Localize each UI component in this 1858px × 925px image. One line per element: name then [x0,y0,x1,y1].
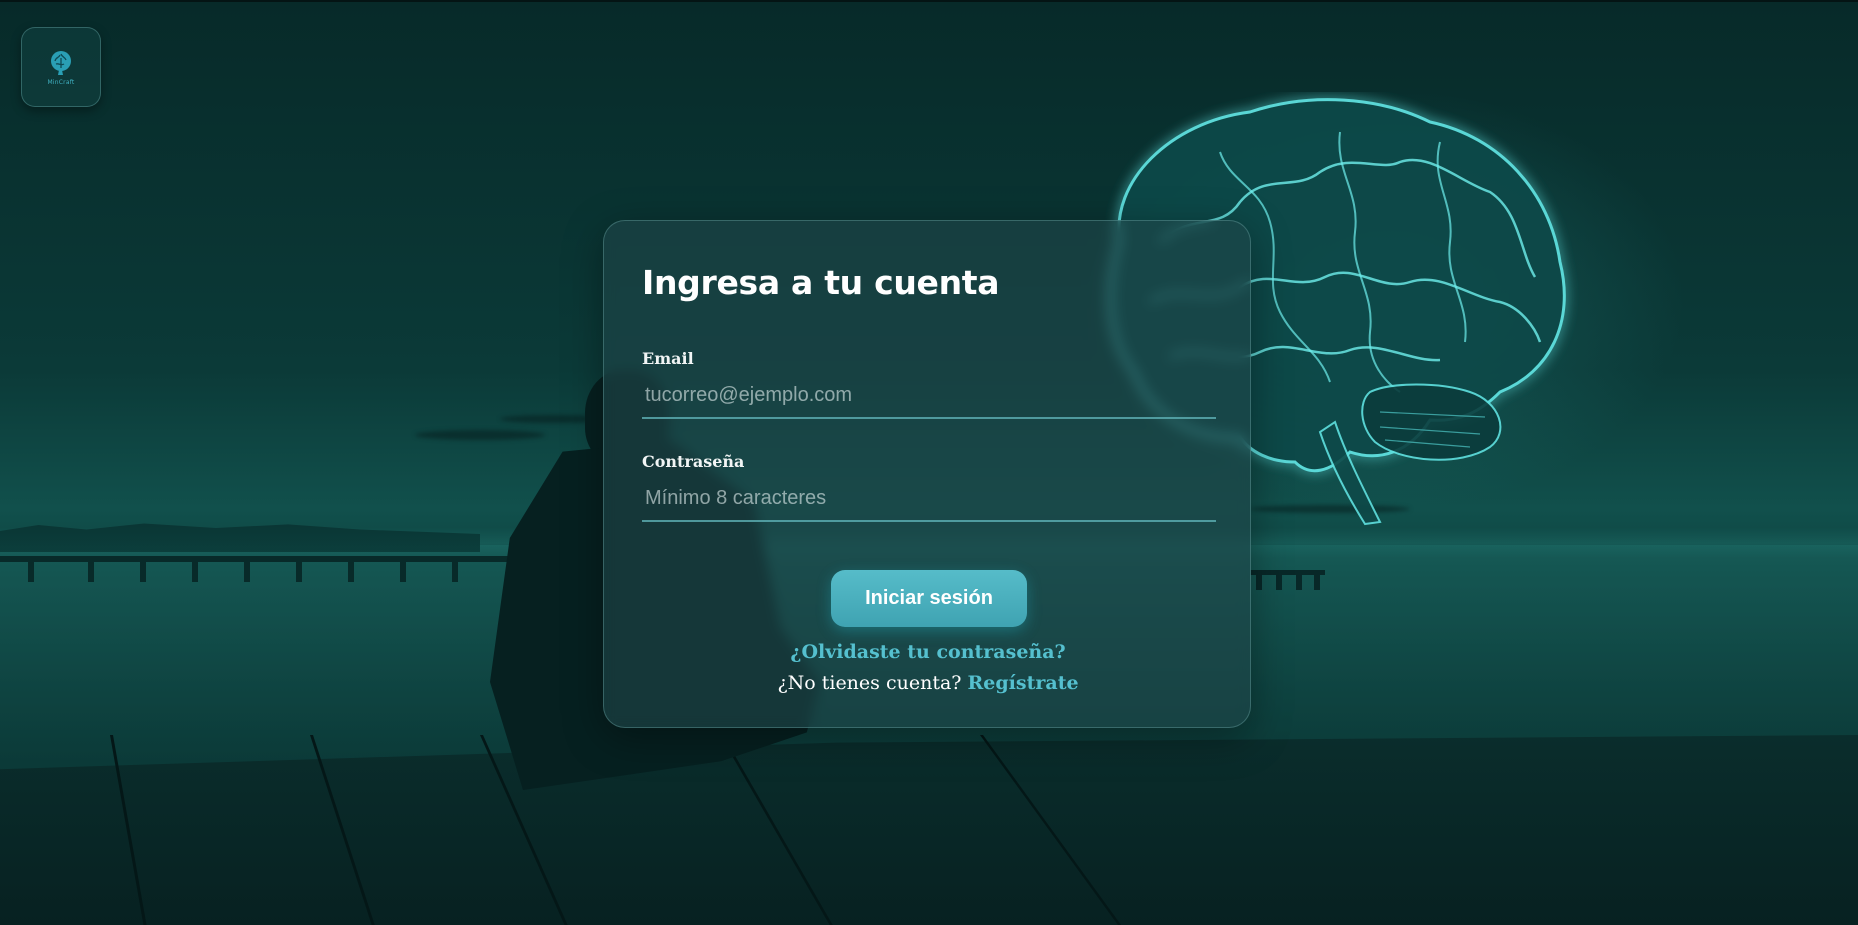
password-input[interactable] [642,476,1216,522]
far-shore [0,523,480,552]
forgot-password-link[interactable]: ¿Olvidaste tu contraseña? [604,641,1252,663]
logo-text: MinCraft [47,79,75,86]
wooden-dock [0,735,1858,925]
register-line: ¿No tienes cuenta? Regístrate [604,672,1252,694]
email-label: Email [642,349,694,368]
pier-left [0,556,520,582]
login-title: Ingresa a tu cuenta [642,263,1000,302]
top-border [0,0,1858,2]
login-button[interactable]: Iniciar sesión [831,570,1027,627]
email-input[interactable] [642,373,1216,419]
logo-button[interactable]: MinCraft [21,27,101,107]
password-label: Contraseña [642,452,745,471]
background-scene: MinCraft Ingresa a tu cuenta Email Contr… [0,0,1858,925]
brain-icon [51,51,71,75]
login-card: Ingresa a tu cuenta Email Contraseña Ini… [603,220,1251,728]
register-link[interactable]: Regístrate [968,672,1079,694]
pier-right [1250,570,1325,590]
register-prompt: ¿No tienes cuenta? [777,672,962,694]
